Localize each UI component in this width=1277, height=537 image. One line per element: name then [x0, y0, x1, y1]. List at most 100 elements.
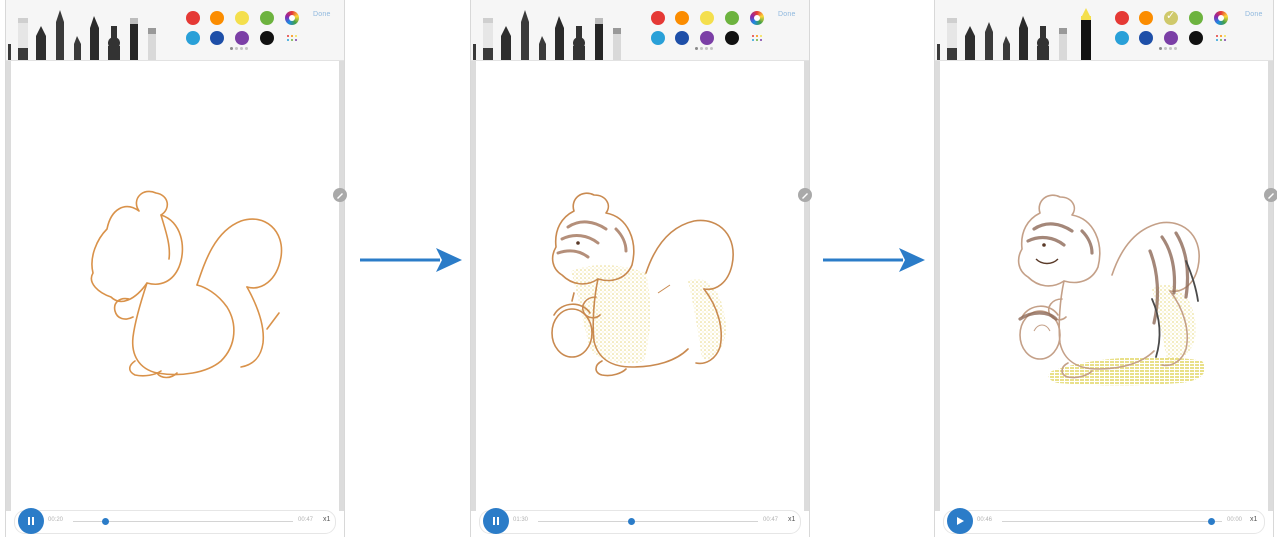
calligraphy-pen-icon[interactable]: [74, 36, 81, 60]
playback-knob[interactable]: [1208, 518, 1215, 525]
color-yellow[interactable]: [700, 11, 714, 25]
elapsed-time: 00:46: [977, 517, 993, 523]
playback-bar: 00:46 00:00 x1: [943, 508, 1265, 534]
brush-icon[interactable]: [483, 18, 493, 60]
screen-panel-1: Done 00:20 00:47 x1: [5, 0, 347, 537]
crayon-icon[interactable]: [555, 16, 564, 60]
calligraphy-pen-icon[interactable]: [539, 36, 546, 60]
color-orange[interactable]: [675, 11, 689, 25]
pause-icon[interactable]: [483, 508, 509, 534]
color-wheel-icon[interactable]: [1214, 11, 1228, 25]
eraser-icon[interactable]: [613, 28, 621, 60]
fountain-pen-icon[interactable]: [8, 44, 11, 60]
color-black[interactable]: [260, 31, 274, 45]
color-palette: [180, 11, 300, 51]
pencil-icon[interactable]: [56, 10, 64, 60]
pen-tools: [471, 8, 641, 60]
playback-speed[interactable]: x1: [1250, 516, 1257, 523]
brush-icon[interactable]: [947, 18, 957, 60]
color-yellow[interactable]: [235, 11, 249, 25]
highlighter-icon[interactable]: [1059, 28, 1067, 60]
eraser-icon[interactable]: [1081, 8, 1091, 60]
brush-icon[interactable]: [18, 18, 28, 60]
color-red[interactable]: [1115, 11, 1129, 25]
more-colors-icon[interactable]: [752, 35, 762, 43]
color-palette: [1109, 9, 1229, 51]
palette-page-indicator: [230, 47, 250, 51]
playback-track[interactable]: [1002, 521, 1222, 522]
arrow-right-icon: [823, 248, 925, 272]
color-blue[interactable]: [210, 31, 224, 45]
pen-tools: [935, 8, 1105, 60]
palette-page-indicator: [1159, 47, 1179, 51]
drawing-canvas[interactable]: [940, 61, 1268, 511]
drawing-canvas[interactable]: [11, 61, 339, 511]
playback-track[interactable]: [538, 521, 758, 522]
arrow-right-icon: [360, 248, 462, 272]
color-yellow[interactable]: [1164, 9, 1178, 25]
color-purple[interactable]: [235, 31, 249, 45]
highlighter-icon[interactable]: [595, 18, 603, 60]
crayon-icon[interactable]: [90, 16, 99, 60]
playback-bar: 00:20 00:47 x1: [14, 508, 336, 534]
color-light-blue[interactable]: [651, 31, 665, 45]
color-light-blue[interactable]: [1115, 31, 1129, 45]
total-time: 00:00: [1227, 517, 1243, 523]
done-button[interactable]: Done: [1245, 11, 1263, 18]
palette-page-indicator: [695, 47, 715, 51]
marker-icon[interactable]: [965, 26, 975, 60]
playback-bar: 01:30 00:47 x1: [479, 508, 801, 534]
color-green[interactable]: [1189, 11, 1203, 25]
more-colors-icon[interactable]: [1216, 35, 1226, 43]
playback-speed[interactable]: x1: [323, 516, 330, 523]
done-button[interactable]: Done: [313, 11, 331, 18]
playback-knob[interactable]: [102, 518, 109, 525]
squirrel-drawing: [551, 192, 734, 377]
pencil-icon[interactable]: [985, 22, 993, 60]
pen-toolbar: Done: [935, 0, 1273, 61]
color-blue[interactable]: [1139, 31, 1153, 45]
color-green[interactable]: [260, 11, 274, 25]
ballpoint-icon[interactable]: [573, 26, 585, 60]
drawing-canvas[interactable]: [476, 61, 804, 511]
eraser-icon[interactable]: [148, 28, 156, 60]
done-button[interactable]: Done: [778, 11, 796, 18]
color-red[interactable]: [186, 11, 200, 25]
color-purple[interactable]: [700, 31, 714, 45]
color-black[interactable]: [1189, 31, 1203, 45]
pen-toolbar: Done: [471, 0, 809, 61]
color-orange[interactable]: [1139, 11, 1153, 25]
playback-speed[interactable]: x1: [788, 516, 795, 523]
highlighter-icon[interactable]: [130, 18, 138, 60]
color-purple[interactable]: [1164, 31, 1178, 45]
ballpoint-icon[interactable]: [1037, 26, 1049, 60]
calligraphy-pen-icon[interactable]: [1003, 36, 1010, 60]
pencil-icon[interactable]: [521, 10, 529, 60]
color-red[interactable]: [651, 11, 665, 25]
color-light-blue[interactable]: [186, 31, 200, 45]
crayon-icon[interactable]: [1019, 16, 1028, 60]
ballpoint-icon[interactable]: [108, 26, 120, 60]
color-green[interactable]: [725, 11, 739, 25]
color-wheel-icon[interactable]: [750, 11, 764, 25]
play-icon[interactable]: [947, 508, 973, 534]
screen-panel-2: Done 01:30 00:47 x1: [470, 0, 812, 537]
squirrel-drawing: [90, 190, 283, 379]
color-blue[interactable]: [675, 31, 689, 45]
playback-knob[interactable]: [628, 518, 635, 525]
more-colors-icon[interactable]: [287, 35, 297, 43]
color-wheel-icon[interactable]: [285, 11, 299, 25]
pen-tools: [6, 8, 176, 60]
color-orange[interactable]: [210, 11, 224, 25]
marker-icon[interactable]: [501, 26, 511, 60]
total-time: 00:47: [298, 517, 314, 523]
color-black[interactable]: [725, 31, 739, 45]
total-time: 00:47: [763, 517, 779, 523]
color-palette: [645, 11, 765, 51]
fountain-pen-icon[interactable]: [937, 44, 940, 60]
fountain-pen-icon[interactable]: [473, 44, 476, 60]
elapsed-time: 00:20: [48, 517, 64, 523]
pause-icon[interactable]: [18, 508, 44, 534]
marker-icon[interactable]: [36, 26, 46, 60]
elapsed-time: 01:30: [513, 517, 529, 523]
